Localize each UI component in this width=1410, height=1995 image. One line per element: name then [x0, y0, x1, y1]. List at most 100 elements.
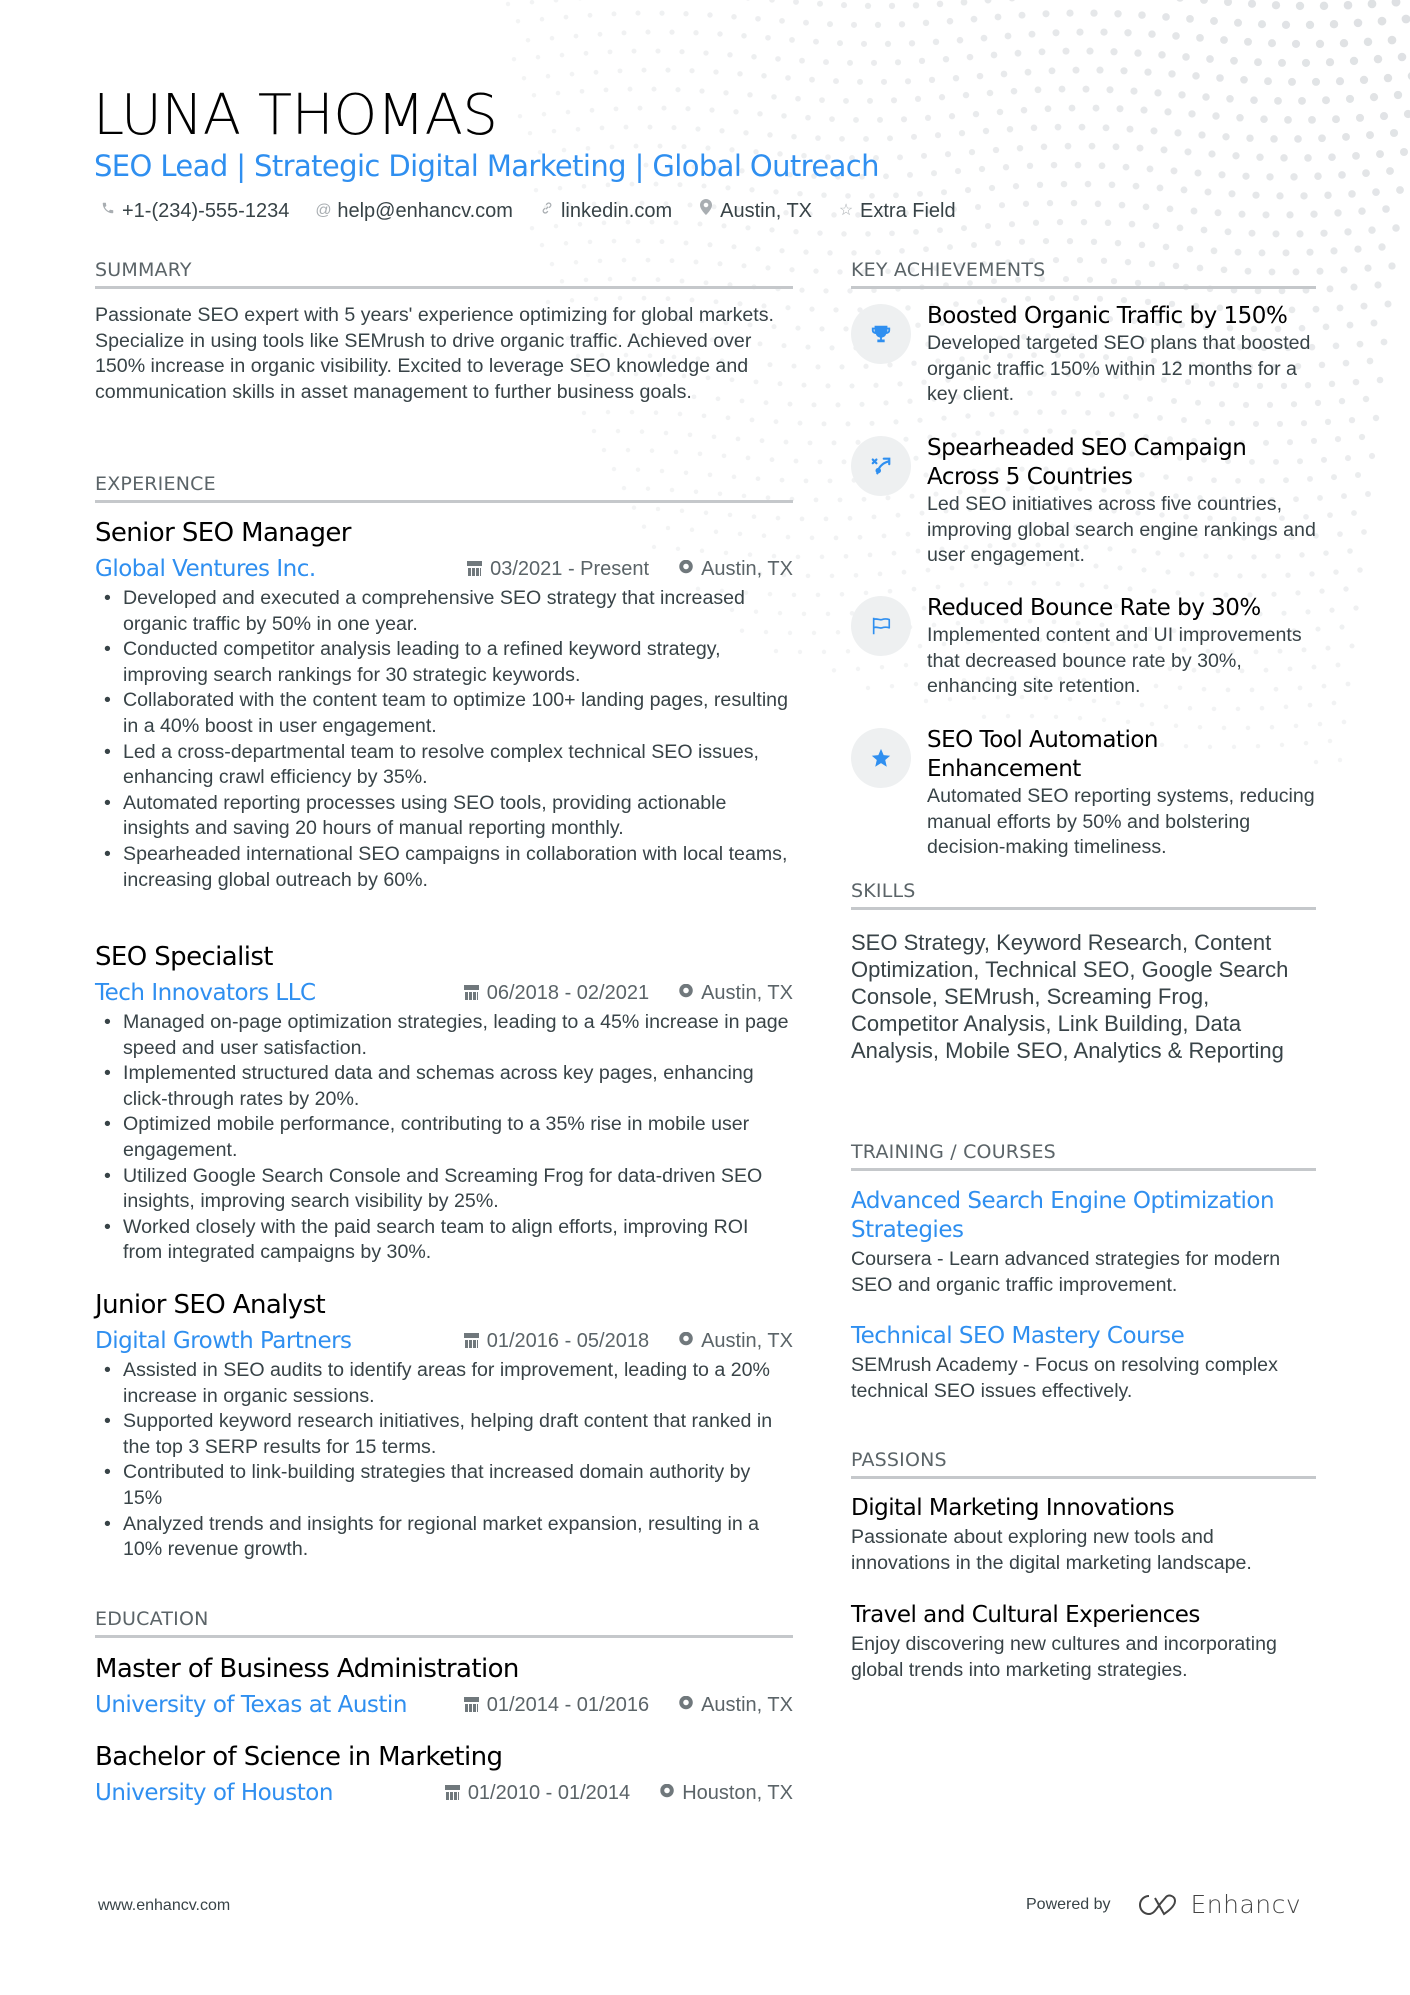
strategy-icon	[871, 457, 891, 475]
company-name[interactable]: Global Ventures Inc.	[95, 556, 316, 582]
job-bullet: Contributed to link-building strategies …	[104, 1460, 793, 1511]
contact-linkedin-text: linkedin.com	[560, 200, 673, 222]
section-divider	[851, 907, 1316, 910]
experience-entry: SEO Specialist Tech Innovators LLC 06/20…	[95, 941, 793, 1266]
contact-linkedin[interactable]: linkedin.com	[539, 198, 672, 224]
resume-page: LUNA THOMAS SEO Lead | Strategic Digital…	[0, 0, 1410, 1995]
section-heading-key-achievements: KEY ACHIEVEMENTS	[851, 258, 1316, 289]
location-pin-icon	[679, 984, 694, 1002]
achievement-item: SEO Tool Automation Enhancement Automate…	[851, 726, 1316, 861]
section-divider	[851, 286, 1316, 289]
course-description: SEMrush Academy - Focus on resolving com…	[851, 1354, 1278, 1402]
job-bullets: Managed on-page optimization strategies,…	[95, 1010, 793, 1266]
link-icon	[539, 198, 555, 224]
section-heading-skills: SKILLS	[851, 879, 1316, 910]
job-bullet: Spearheaded international SEO campaigns …	[104, 842, 793, 893]
footer-powered-by[interactable]: Powered by Enhancv	[1026, 1890, 1301, 1919]
achievements-heading-text: KEY ACHIEVEMENTS	[851, 259, 1046, 281]
passion-item: Digital Marketing Innovations Passionate…	[851, 1494, 1316, 1576]
job-dates: 03/2021 - Present	[490, 557, 650, 580]
summary-text: Passionate SEO expert with 5 years' expe…	[95, 304, 774, 403]
job-dates: 06/2018 - 02/2021	[486, 981, 650, 1004]
achievement-title: SEO Tool Automation Enhancement	[927, 727, 1159, 782]
passion-description: Enjoy discovering new cultures and incor…	[851, 1633, 1277, 1681]
section-divider	[851, 1168, 1316, 1171]
course-title[interactable]: Technical SEO Mastery Course	[851, 1322, 1316, 1351]
section-heading-experience: EXPERIENCE	[95, 472, 793, 503]
enhancv-logo-text: Enhancv	[1190, 1890, 1302, 1919]
achievement-icon-badge	[851, 436, 911, 496]
degree-title: Bachelor of Science in Marketing	[95, 1742, 503, 1772]
job-bullets: Assisted in SEO audits to identify areas…	[95, 1358, 793, 1563]
candidate-name: LUNA THOMAS	[93, 83, 498, 148]
section-heading-education: EDUCATION	[95, 1607, 793, 1638]
passions-heading-text: PASSIONS	[851, 1449, 947, 1471]
section-divider	[95, 286, 793, 289]
achievement-icon-badge	[851, 728, 911, 788]
job-dates: 01/2016 - 05/2018	[486, 1329, 650, 1352]
education-dates: 01/2010 - 01/2014	[467, 1781, 631, 1804]
achievement-icon-badge	[851, 596, 911, 656]
school-name[interactable]: University of Houston	[95, 1780, 333, 1806]
achievement-title: Spearheaded SEO Campaign Across 5 Countr…	[927, 435, 1247, 490]
achievement-description: Implemented content and UI improvements …	[927, 624, 1302, 698]
job-bullet: Optimized mobile performance, contributi…	[104, 1112, 793, 1163]
passion-title: Digital Marketing Innovations	[851, 1495, 1175, 1521]
candidate-headline: SEO Lead | Strategic Digital Marketing |…	[94, 149, 880, 183]
calendar-icon	[463, 985, 479, 1001]
achievement-icon-badge	[851, 304, 911, 364]
location-pin-icon	[660, 1784, 675, 1802]
passion-title: Travel and Cultural Experiences	[851, 1602, 1200, 1628]
contact-row: +1-(234)-555-1234 @ help@enhancv.com lin…	[100, 198, 956, 224]
contact-email[interactable]: @ help@enhancv.com	[315, 198, 513, 224]
job-bullet: Developed and executed a comprehensive S…	[104, 586, 793, 637]
passion-description: Passionate about exploring new tools and…	[851, 1526, 1252, 1574]
achievement-description: Developed targeted SEO plans that booste…	[927, 332, 1311, 406]
company-name[interactable]: Digital Growth Partners	[95, 1328, 352, 1354]
contact-extra-text: Extra Field	[860, 200, 956, 222]
section-heading-summary: SUMMARY	[95, 258, 793, 289]
job-bullet: Led a cross-departmental team to resolve…	[104, 740, 793, 791]
achievement-item: Boosted Organic Traffic by 150% Develope…	[851, 302, 1316, 408]
trophy-icon	[871, 325, 891, 343]
company-name[interactable]: Tech Innovators LLC	[95, 980, 316, 1006]
training-heading-text: TRAINING / COURSES	[851, 1141, 1056, 1163]
education-entry: Bachelor of Science in Marketing Univers…	[95, 1741, 793, 1809]
job-location: Austin, TX	[701, 557, 793, 580]
section-heading-training: TRAINING / COURSES	[851, 1140, 1316, 1171]
contact-extra: ☆ Extra Field	[838, 198, 956, 224]
job-bullet: Conducted competitor analysis leading to…	[104, 637, 793, 688]
section-divider	[95, 500, 793, 503]
calendar-icon	[463, 1697, 479, 1713]
school-name[interactable]: University of Texas at Austin	[95, 1692, 407, 1718]
contact-phone[interactable]: +1-(234)-555-1234	[100, 198, 289, 224]
job-bullet: Implemented structured data and schemas …	[104, 1061, 793, 1112]
star-outline-icon: ☆	[838, 202, 854, 219]
footer-website-link[interactable]: www.enhancv.com	[98, 1897, 230, 1915]
calendar-icon	[463, 1333, 479, 1349]
course-description: Coursera - Learn advanced strategies for…	[851, 1248, 1281, 1296]
education-location: Austin, TX	[701, 1693, 793, 1716]
location-pin-icon	[679, 1696, 694, 1714]
skills-heading-text: SKILLS	[851, 880, 916, 902]
achievement-description: Led SEO initiatives across five countrie…	[927, 493, 1316, 567]
phone-icon	[100, 198, 116, 224]
flag-icon	[872, 617, 891, 635]
experience-entry: Senior SEO Manager Global Ventures Inc. …	[95, 517, 793, 893]
job-title: Senior SEO Manager	[95, 518, 351, 548]
achievement-title: Boosted Organic Traffic by 150%	[927, 303, 1288, 329]
section-divider	[95, 1635, 793, 1638]
achievement-description: Automated SEO reporting systems, reducin…	[927, 785, 1315, 859]
education-dates: 01/2014 - 01/2016	[486, 1693, 650, 1716]
contact-phone-text: +1-(234)-555-1234	[122, 200, 290, 222]
experience-heading-text: EXPERIENCE	[95, 473, 216, 495]
location-pin-icon	[679, 1332, 694, 1350]
job-bullets: Developed and executed a comprehensive S…	[95, 586, 793, 893]
course-title[interactable]: Advanced Search Engine Optimization Stra…	[851, 1187, 1316, 1245]
powered-by-label: Powered by	[1026, 1895, 1111, 1913]
location-pin-icon	[698, 198, 714, 224]
course-item: Technical SEO Mastery Course SEMrush Aca…	[851, 1322, 1316, 1404]
job-title: SEO Specialist	[95, 942, 274, 972]
degree-title: Master of Business Administration	[95, 1654, 519, 1684]
education-entry: Master of Business Administration Univer…	[95, 1653, 793, 1721]
